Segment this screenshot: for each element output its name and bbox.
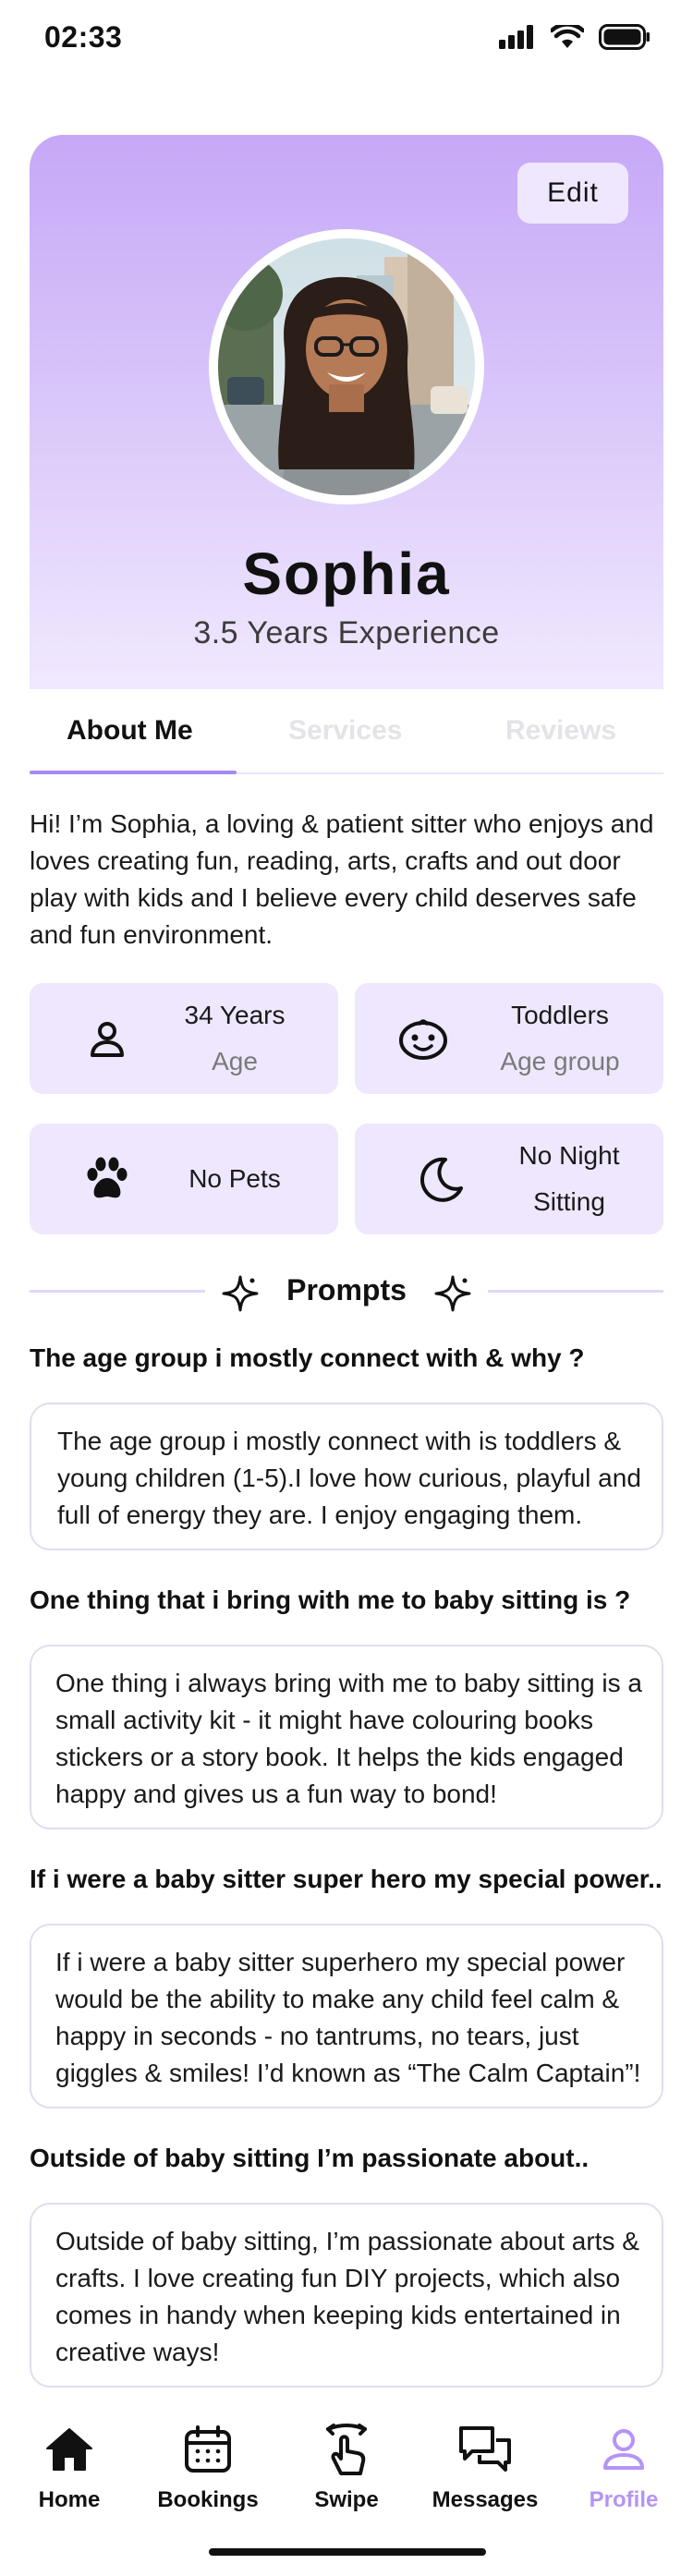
prompt-answer: One thing i always bring with me to baby… [55,1669,642,1808]
tab-reviews[interactable]: Reviews [505,715,616,747]
status-icons [499,24,650,50]
profile-name: Sophia [242,541,451,607]
calendar-icon [139,2419,277,2480]
info-card-age-group: Toddlers Age group [355,983,663,1094]
tab-about-me[interactable]: About Me [67,715,193,747]
nav-label: Bookings [157,2487,259,2512]
info-label: Age [212,1047,258,1075]
swipe-hand-icon [277,2419,416,2480]
prompt-answer-box: Outside of baby sitting, I’m passionate … [30,2203,663,2388]
home-icon [0,2419,139,2480]
profile-header: Edit Sophia 3.5 Years Experience [30,135,663,689]
info-card-pets: No Pets [30,1124,338,1234]
battery-icon [599,24,650,50]
baby-face-icon [395,1011,451,1066]
nav-label: Swipe [314,2487,379,2512]
status-bar: 02:33 [0,0,693,81]
prompts-title: Prompts [286,1273,407,1306]
prompt-answer-box: One thing i always bring with me to baby… [30,1645,663,1829]
nav-label: Home [38,2487,101,2512]
sparkle-icon [434,1275,471,1312]
info-card-night-sitting: No Night Sitting [355,1124,663,1234]
avatar-photo [218,238,475,495]
prompt-answer: The age group i mostly connect with is t… [57,1427,641,1529]
profile-photo [218,238,475,495]
nav-item-messages[interactable]: Messages [416,2419,554,2513]
prompt-question: One thing that i bring with me to baby s… [30,1586,631,1614]
profile-icon [554,2419,693,2480]
tab-services[interactable]: Services [288,715,402,747]
prompt-question: The age group i mostly connect with & wh… [30,1343,585,1372]
nav-item-swipe[interactable]: Swipe [277,2419,416,2513]
info-value: No Night Sitting [518,1141,620,1216]
wifi-icon [551,25,584,48]
moon-icon [414,1151,469,1207]
prompt-answer-box: If i were a baby sitter superhero my spe… [30,1924,663,2108]
info-label: Age group [500,1047,620,1075]
nav-item-profile[interactable]: Profile [554,2419,693,2513]
prompt-question: If i were a baby sitter super hero my sp… [30,1865,663,1893]
edit-button[interactable]: Edit [517,163,628,224]
experience-text: 3.5 Years Experience [193,615,500,650]
nav-item-home[interactable]: Home [0,2419,139,2513]
info-value: Toddlers [511,1001,609,1029]
nav-label: Profile [589,2487,659,2512]
info-value: No Pets [188,1164,281,1193]
status-time: 02:33 [44,20,123,54]
prompts-divider: Prompts [30,1268,663,1314]
info-value: 34 Years [184,1001,286,1029]
prompt-answer: Outside of baby sitting, I’m passionate … [55,2227,639,2366]
info-card-age: 34 Years Age [30,983,338,1094]
prompt-answer: If i were a baby sitter superhero my spe… [55,1948,641,2087]
bio-text: Hi! I’m Sophia, a loving & patient sitte… [30,809,654,949]
active-tab-indicator [30,771,237,774]
avatar[interactable] [209,229,484,504]
prompt-answer-box: The age group i mostly connect with is t… [30,1403,663,1550]
signal-icon [499,25,533,49]
profile-tabs: About Me Services Reviews [30,689,663,774]
prompt-question: Outside of baby sitting I’m passionate a… [30,2144,590,2172]
paw-icon [79,1151,135,1207]
chat-bubbles-icon [416,2419,554,2480]
person-icon [79,1011,135,1066]
nav-item-bookings[interactable]: Bookings [139,2419,277,2513]
home-indicator[interactable] [209,2548,486,2556]
nav-label: Messages [432,2487,539,2512]
